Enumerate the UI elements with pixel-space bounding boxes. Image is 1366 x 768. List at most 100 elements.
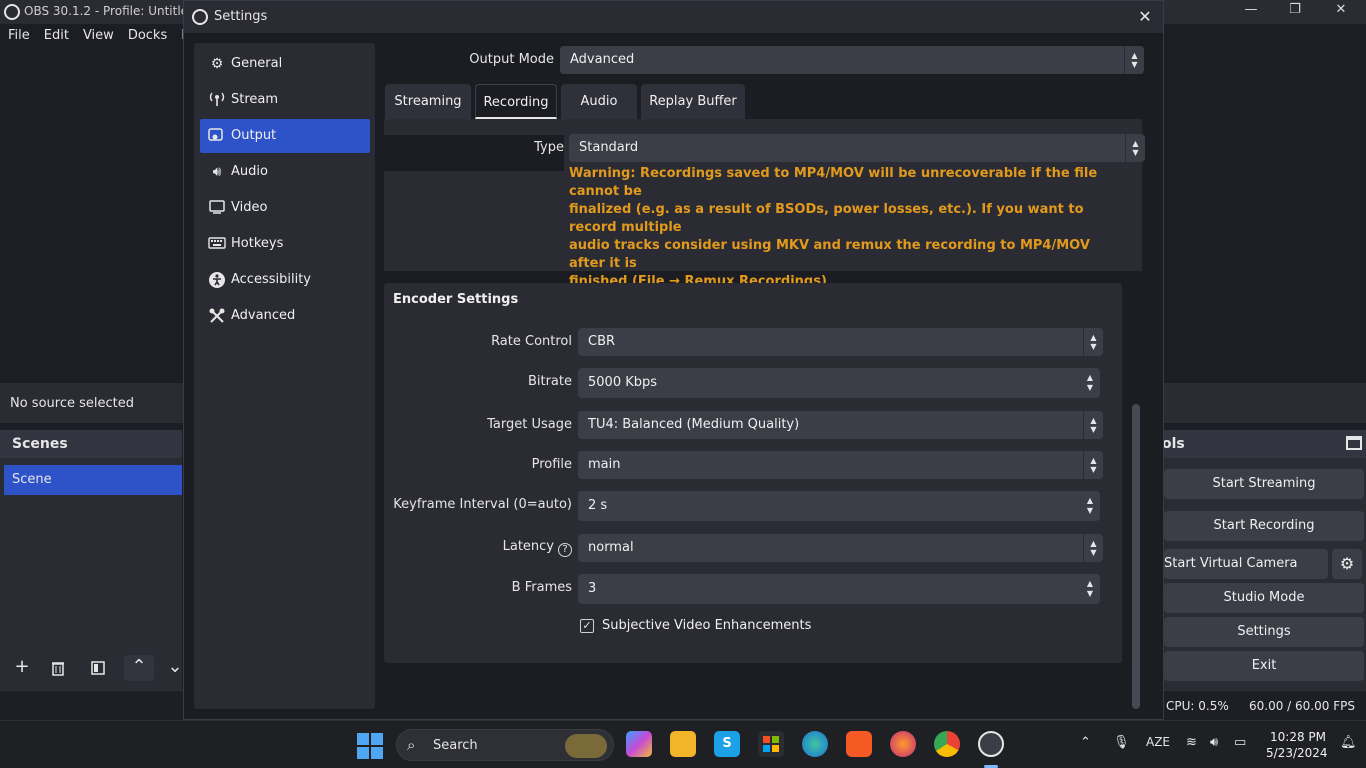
studio-mode-button[interactable]: Studio Mode bbox=[1164, 583, 1364, 613]
cpu-usage: CPU: 0.5% bbox=[1166, 699, 1229, 713]
settings-button[interactable]: Settings bbox=[1164, 617, 1364, 647]
wifi-icon[interactable]: ≋ bbox=[1186, 735, 1197, 750]
rate-control-select[interactable]: CBR ▲ ▼ bbox=[578, 328, 1103, 356]
taskbar-search-box[interactable]: ⌕ Search bbox=[396, 729, 614, 761]
scene-list-item[interactable]: Scene bbox=[4, 465, 182, 495]
chevron-updown-icon: ▲ ▼ bbox=[1083, 411, 1103, 439]
close-button[interactable]: ✕ bbox=[1318, 2, 1364, 22]
menu-edit[interactable]: Edit bbox=[36, 24, 75, 43]
mp4-warning-text: Warning: Recordings saved to MP4/MOV wil… bbox=[569, 165, 1124, 291]
spin-arrows-icon[interactable]: ▲ ▼ bbox=[1080, 368, 1100, 398]
nav-label: Advanced bbox=[231, 308, 296, 323]
search-placeholder: Search bbox=[433, 738, 478, 753]
bitrate-label: Bitrate bbox=[527, 374, 572, 389]
file-explorer-icon[interactable] bbox=[670, 731, 696, 757]
settings-scrollbar[interactable] bbox=[1132, 404, 1140, 709]
nav-label: Hotkeys bbox=[231, 236, 284, 251]
minimize-button[interactable]: — bbox=[1228, 2, 1274, 22]
tab-replay-buffer[interactable]: Replay Buffer bbox=[641, 84, 745, 119]
edge-browser-icon[interactable] bbox=[802, 731, 828, 757]
firefox-icon[interactable] bbox=[890, 731, 916, 757]
profile-value: main bbox=[588, 457, 621, 472]
chevron-updown-icon: ▲ ▼ bbox=[1083, 451, 1103, 479]
clock-time: 10:28 PM bbox=[1270, 730, 1326, 744]
windows-start-icon[interactable] bbox=[357, 733, 383, 759]
obs-taskbar-icon[interactable] bbox=[978, 731, 1004, 757]
encoder-settings-title: Encoder Settings bbox=[393, 292, 519, 307]
chrome-icon[interactable] bbox=[934, 731, 960, 757]
antenna-icon bbox=[208, 91, 226, 109]
nav-item-audio[interactable]: 🔊︎ Audio bbox=[200, 155, 370, 189]
keyframe-interval-value: 2 s bbox=[588, 498, 608, 513]
menu-docks[interactable]: Docks bbox=[120, 24, 173, 43]
keyboard-icon bbox=[208, 235, 226, 253]
move-up-icon[interactable]: ⌃ bbox=[124, 655, 154, 681]
warning-line: Warning: Recordings saved to MP4/MOV wil… bbox=[569, 166, 1098, 199]
nav-item-general[interactable]: ⚙ General bbox=[200, 47, 370, 81]
microphone-icon[interactable]: 🎙︎ bbox=[1113, 735, 1130, 750]
profile-label: Profile bbox=[531, 457, 572, 472]
type-value: Standard bbox=[579, 140, 639, 155]
keyframe-interval-spinbox[interactable]: 2 s ▲ ▼ bbox=[578, 491, 1100, 521]
controls-title: ols bbox=[1162, 436, 1185, 452]
skype-icon[interactable]: S bbox=[714, 731, 740, 757]
brave-browser-icon[interactable] bbox=[846, 731, 872, 757]
latency-select[interactable]: normal ▲ ▼ bbox=[578, 534, 1103, 562]
output-mode-select[interactable]: Advanced ▲ ▼ bbox=[560, 46, 1144, 74]
show-hidden-icons-chevron-icon[interactable]: ⌃ bbox=[1080, 735, 1091, 750]
start-recording-button[interactable]: Start Recording bbox=[1164, 511, 1364, 541]
nav-item-accessibility[interactable]: Accessibility bbox=[200, 263, 370, 297]
chevron-updown-icon: ▲ ▼ bbox=[1083, 328, 1103, 356]
latency-value: normal bbox=[588, 540, 634, 555]
menu-bar: FileEditViewDocksP bbox=[0, 24, 200, 48]
exit-button[interactable]: Exit bbox=[1164, 651, 1364, 681]
add-scene-icon[interactable]: + bbox=[7, 655, 37, 681]
subjective-enhancements-checkbox[interactable]: ✓ bbox=[580, 619, 594, 633]
filters-icon[interactable] bbox=[83, 655, 113, 681]
nav-item-hotkeys[interactable]: Hotkeys bbox=[200, 227, 370, 261]
scenes-title: Scenes bbox=[12, 436, 68, 452]
volume-icon[interactable]: 🔊︎ bbox=[1210, 735, 1218, 750]
input-language[interactable]: AZE bbox=[1146, 735, 1170, 749]
nav-item-stream[interactable]: Stream bbox=[200, 83, 370, 117]
battery-icon[interactable]: ▭ bbox=[1234, 735, 1246, 750]
trash-icon[interactable] bbox=[43, 655, 73, 681]
tab-recording[interactable]: Recording bbox=[475, 84, 557, 119]
b-frames-label: B Frames bbox=[511, 580, 572, 595]
nav-item-advanced[interactable]: Advanced bbox=[200, 299, 370, 333]
target-usage-label: Target Usage bbox=[487, 417, 572, 432]
nav-label: Audio bbox=[231, 164, 268, 179]
start-streaming-button[interactable]: Start Streaming bbox=[1164, 469, 1364, 499]
virtual-camera-settings-gear-icon[interactable]: ⚙ bbox=[1332, 549, 1362, 579]
taskbar-clock[interactable]: 10:28 PM 5/23/2024 bbox=[1266, 729, 1328, 761]
target-usage-value: TU4: Balanced (Medium Quality) bbox=[588, 417, 800, 432]
spin-arrows-icon[interactable]: ▲ ▼ bbox=[1080, 491, 1100, 521]
microsoft-store-icon[interactable] bbox=[758, 731, 784, 757]
help-icon[interactable]: ? bbox=[558, 543, 572, 557]
dock-undock-icon[interactable] bbox=[1346, 436, 1362, 450]
tab-streaming[interactable]: Streaming bbox=[385, 84, 471, 119]
latency-label: Latency? bbox=[404, 539, 572, 557]
profile-select[interactable]: main ▲ ▼ bbox=[578, 451, 1103, 479]
rate-control-value: CBR bbox=[588, 334, 616, 349]
spin-arrows-icon[interactable]: ▲ ▼ bbox=[1080, 574, 1100, 604]
maximize-button[interactable]: ❐ bbox=[1272, 2, 1318, 22]
target-usage-select[interactable]: TU4: Balanced (Medium Quality) ▲ ▼ bbox=[578, 411, 1103, 439]
nav-item-output[interactable]: Output bbox=[200, 119, 370, 153]
menu-view[interactable]: View bbox=[75, 24, 120, 43]
scene-name: Scene bbox=[12, 472, 52, 487]
tab-audio[interactable]: Audio bbox=[561, 84, 637, 119]
settings-close-icon[interactable]: ✕ bbox=[1133, 5, 1157, 29]
settings-nav: ⚙ General Stream Output 🔊︎ Audio Video H… bbox=[194, 43, 375, 709]
menu-file[interactable]: File bbox=[0, 24, 36, 43]
copilot-icon[interactable] bbox=[626, 731, 652, 757]
bitrate-value: 5000 Kbps bbox=[588, 375, 658, 390]
latency-label-text: Latency bbox=[502, 539, 554, 554]
bitrate-spinbox[interactable]: 5000 Kbps ▲ ▼ bbox=[578, 368, 1100, 398]
start-virtual-camera-button[interactable]: Start Virtual Camera bbox=[1164, 549, 1328, 579]
nav-item-video[interactable]: Video bbox=[200, 191, 370, 225]
type-select[interactable]: Standard ▲ ▼ bbox=[569, 134, 1145, 162]
output-mode-label: Output Mode bbox=[469, 52, 554, 67]
b-frames-spinbox[interactable]: 3 ▲ ▼ bbox=[578, 574, 1100, 604]
notification-bell-icon[interactable]: 🔔︎ bbox=[1340, 735, 1357, 750]
